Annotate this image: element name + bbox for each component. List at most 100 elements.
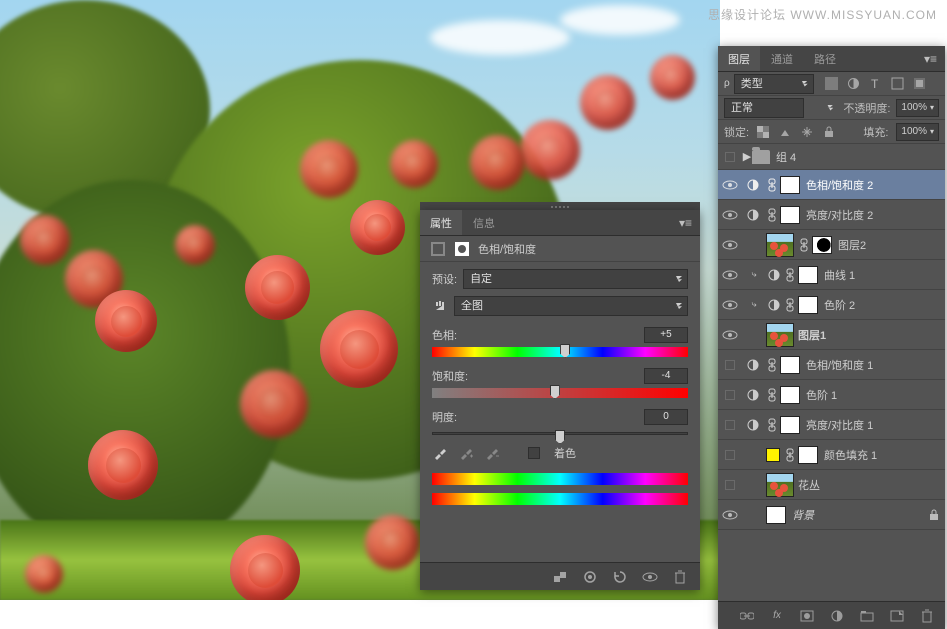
tab-paths[interactable]: 路径 [804,46,846,71]
layer-thumb[interactable] [766,323,794,347]
adjustment-icon [430,241,446,257]
layer-hue1[interactable]: 色相/饱和度 1 [718,350,945,380]
saturation-value[interactable]: -4 [644,368,688,384]
lock-all-icon[interactable] [821,124,837,140]
adjustment-icon [745,177,761,193]
visibility-toggle[interactable] [718,299,742,311]
layer-layer1[interactable]: 图层1 [718,320,945,350]
tab-info[interactable]: 信息 [463,210,505,235]
visibility-toggle[interactable] [718,179,742,191]
blend-mode-select[interactable]: 正常 [724,98,804,118]
layer-group4[interactable]: ▶ 组 4 [718,144,945,170]
layer-background[interactable]: 背景 [718,500,945,530]
hue-slider[interactable] [432,347,688,357]
layer-levels1[interactable]: 色阶 1 [718,380,945,410]
mask-thumb[interactable] [812,236,832,254]
lock-image-icon[interactable] [777,124,793,140]
visibility-toggle[interactable] [725,360,735,370]
tab-channels[interactable]: 通道 [761,46,803,71]
filter-type-icon[interactable]: T [868,76,884,92]
eyedropper-plus-icon[interactable] [458,445,474,461]
saturation-slider[interactable] [432,388,688,398]
fill-field[interactable]: 100%▾ [896,123,939,141]
layers-panel: 图层 通道 路径 ▾≡ ρ 类型 T 正常 不透明度: 100%▾ 锁定: 填充… [718,46,945,629]
hand-icon[interactable] [432,298,448,314]
trash-icon[interactable] [672,569,688,585]
filter-pixel-icon[interactable] [824,76,840,92]
layer-flowers[interactable]: 花丛 [718,470,945,500]
twirl-icon[interactable]: ▶ [742,150,752,163]
visibility-toggle[interactable] [718,269,742,281]
lock-transparency-icon[interactable] [755,124,771,140]
prev-state-icon[interactable] [582,569,598,585]
watermark: 思缘设计论坛 WWW.MISSYUAN.COM [708,6,937,23]
hue-strip-bottom [432,493,688,505]
clip-icon[interactable] [552,569,568,585]
mask-add-icon[interactable] [799,608,815,624]
visibility-toggle[interactable] [725,420,735,430]
visibility-toggle[interactable] [718,239,742,251]
filter-adjust-icon[interactable] [846,76,862,92]
fill-thumb[interactable] [766,448,780,462]
hue-strip-top [432,473,688,485]
lightness-value[interactable]: 0 [644,409,688,425]
eyedropper-minus-icon[interactable] [484,445,500,461]
colorize-label: 着色 [554,445,576,461]
layer-levels2[interactable]: ⤷ 色阶 2 [718,290,945,320]
fill-label: 填充: [863,124,888,140]
visibility-toggle[interactable] [725,390,735,400]
layer-layer2[interactable]: 图层2 [718,230,945,260]
fx-icon[interactable]: fx [769,608,785,624]
preset-label: 预设: [432,271,457,287]
layer-hue2[interactable]: 色相/饱和度 2 [718,170,945,200]
eyedropper-icon[interactable] [432,445,448,461]
mask-icon[interactable] [454,241,470,257]
link-icon[interactable] [766,178,778,192]
range-select[interactable]: 全图 [454,296,688,316]
visibility-toggle[interactable] [718,329,742,341]
lightness-slider[interactable] [432,432,688,435]
layer-thumb[interactable] [766,233,794,257]
filter-smart-icon[interactable] [912,76,928,92]
layer-bc2[interactable]: 亮度/对比度 2 [718,200,945,230]
reset-icon[interactable] [612,569,628,585]
lock-position-icon[interactable] [799,124,815,140]
adjustment-title: 色相/饱和度 [478,241,536,257]
layer-list: ▶ 组 4 色相/饱和度 2 亮度/对比度 2 图层2 [718,144,945,530]
layer-colorfill1[interactable]: 颜色填充 1 [718,440,945,470]
hue-value[interactable]: +5 [644,327,688,343]
visibility-toggle[interactable] [725,450,735,460]
trash-icon[interactable] [919,608,935,624]
panel-menu-icon[interactable]: ▾≡ [916,52,945,66]
layer-curves1[interactable]: ⤷ 曲线 1 [718,260,945,290]
tab-properties[interactable]: 属性 [420,210,462,235]
properties-footer [420,562,700,590]
new-layer-icon[interactable] [889,608,905,624]
layers-footer: fx [718,601,945,629]
visibility-toggle[interactable] [718,509,742,521]
hue-label: 色相: [432,327,457,343]
visibility-toggle[interactable] [718,209,742,221]
preset-select[interactable]: 自定 [463,269,688,289]
visibility-toggle[interactable] [725,152,735,162]
filter-shape-icon[interactable] [890,76,906,92]
adjustment-add-icon[interactable] [829,608,845,624]
opacity-label: 不透明度: [843,100,890,116]
opacity-field[interactable]: 100%▾ [896,99,939,117]
group-add-icon[interactable] [859,608,875,624]
colorize-checkbox[interactable] [528,447,540,459]
filter-kind-select[interactable]: 类型 [734,74,814,94]
layer-bc1[interactable]: 亮度/对比度 1 [718,410,945,440]
layer-thumb[interactable] [766,473,794,497]
panel-menu-icon[interactable]: ▾≡ [671,216,700,230]
saturation-label: 饱和度: [432,368,468,384]
panel-drag-handle[interactable] [420,202,700,210]
lock-icon [929,509,939,521]
link-layers-icon[interactable] [739,608,755,624]
folder-icon [752,150,770,164]
tab-layers[interactable]: 图层 [718,46,760,71]
lock-label: 锁定: [724,124,749,140]
visibility-icon[interactable] [642,569,658,585]
mask-thumb[interactable] [780,176,800,194]
visibility-toggle[interactable] [725,480,735,490]
